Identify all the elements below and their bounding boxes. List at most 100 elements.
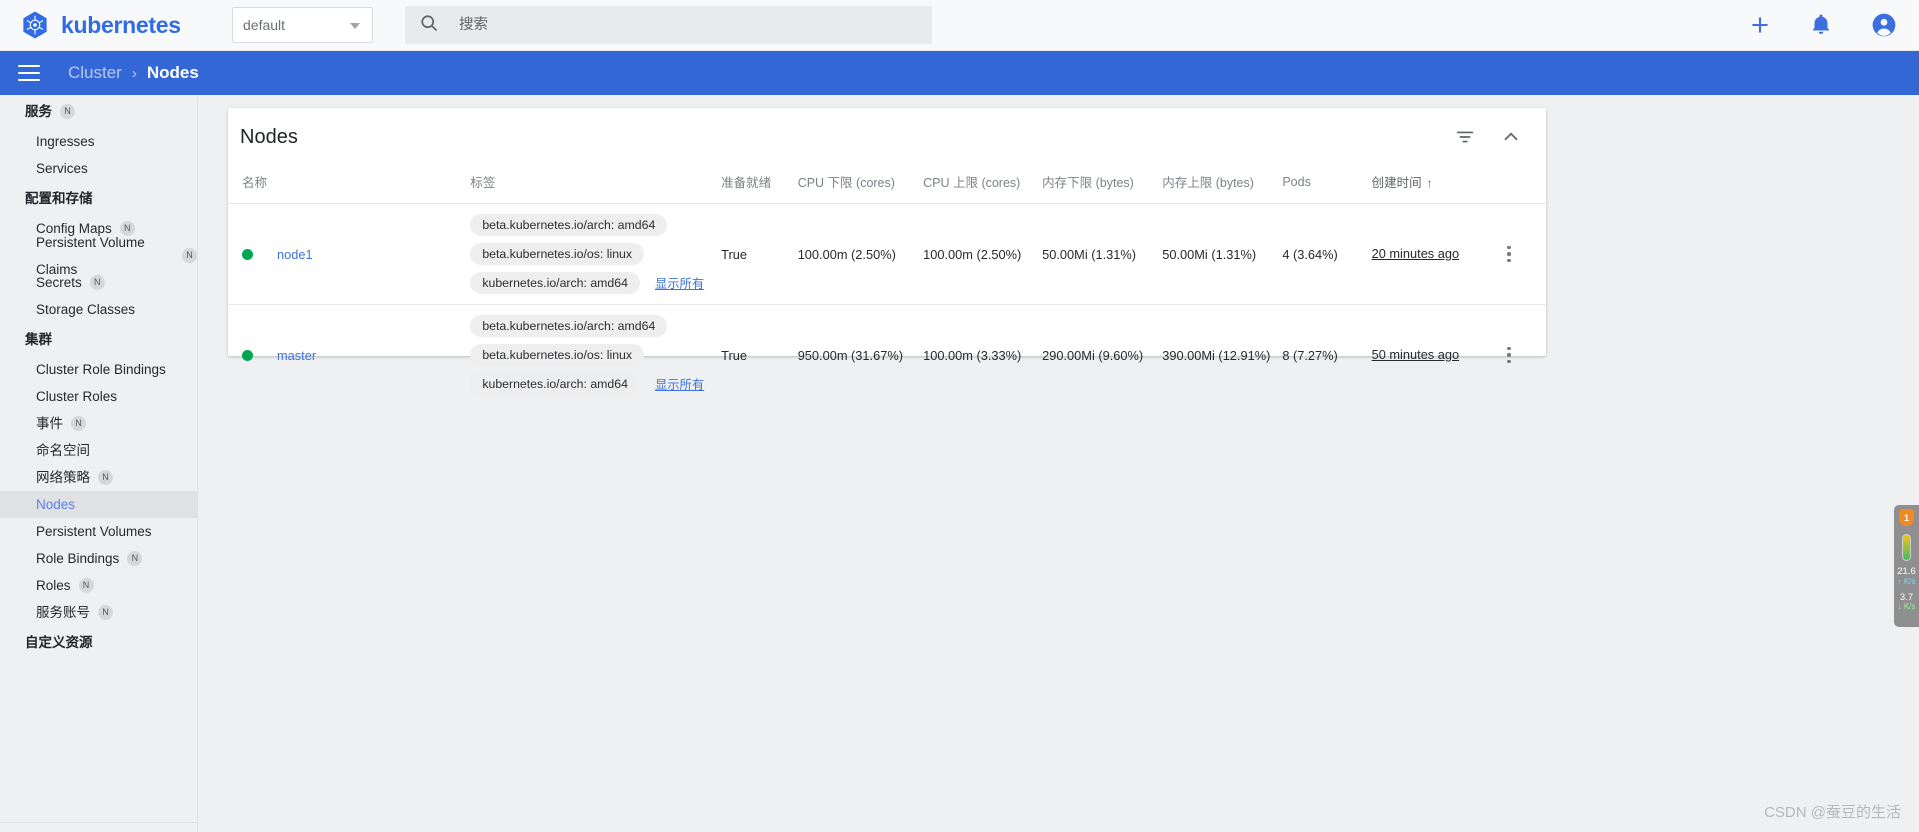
sidebar-item-roles[interactable]: Roles N [0, 572, 197, 599]
label-chip: beta.kubernetes.io/os: linux [470, 344, 645, 366]
sidebar-group-2: 集群 [0, 323, 197, 356]
cell-actions [1482, 305, 1546, 406]
breadcrumb-item-cluster[interactable]: Cluster [68, 63, 122, 83]
sidebar-item-role-bindings[interactable]: Role Bindings N [0, 545, 197, 572]
sidebar-item-storage-classes[interactable]: Storage Classes [0, 296, 197, 323]
sidebar-item-nodes[interactable]: Nodes [0, 491, 197, 518]
cell-cpu-lim: 100.00m (2.50%) [923, 203, 1043, 305]
account-circle-icon[interactable] [1871, 12, 1897, 38]
brand-name: kubernetes [61, 11, 181, 38]
sidebar-item-label: Role Bindings [36, 551, 120, 566]
network-meter-widget[interactable]: 1 21.6 ↑ K/s 3.7 ↓ K/s [1894, 505, 1919, 627]
chevron-right-icon: › [131, 64, 137, 82]
sidebar-item-[interactable]: 服务账号 N [0, 599, 197, 626]
kebab-menu-icon[interactable] [1498, 344, 1520, 366]
bell-icon[interactable] [1809, 12, 1835, 38]
download-unit: ↓ K/s [1897, 602, 1916, 612]
sidebar-divider [0, 822, 197, 823]
node-name-link[interactable]: node1 [277, 247, 313, 262]
created-time: 50 minutes ago [1371, 346, 1460, 362]
page-header: Cluster › Nodes [0, 51, 1919, 95]
namespace-select[interactable]: default [232, 7, 373, 43]
cell-name: master [228, 305, 470, 406]
label-chip: beta.kubernetes.io/arch: amd64 [470, 315, 668, 337]
sidebar-item-persistent-volumes[interactable]: Persistent Volumes [0, 518, 197, 545]
column-header-created[interactable]: 创建时间 ↑ [1371, 166, 1483, 204]
column-header-name[interactable]: 名称 [228, 166, 471, 204]
column-header-label: 内存上限 (bytes) [1162, 176, 1254, 190]
sidebar-item-label: Persistent Volumes [36, 524, 152, 539]
column-header-mem_lim[interactable]: 内存上限 (bytes) [1162, 166, 1283, 204]
sidebar[interactable]: 服务 N Ingresses Services 配置和存储 Config Maps N Per… [0, 95, 198, 832]
sidebar-item-label: 服务账号 [36, 605, 90, 620]
label-chip: beta.kubernetes.io/os: linux [470, 243, 645, 265]
card-actions [1454, 126, 1522, 148]
column-header-cpu_req[interactable]: CPU 下限 (cores) [797, 166, 924, 204]
shield-count: 1 [1903, 512, 1909, 523]
column-header-labels[interactable]: 标签 [470, 166, 722, 204]
top-bar-actions [1747, 12, 1897, 38]
hamburger-menu-icon[interactable] [18, 60, 40, 86]
brand[interactable]: kubernetes [20, 10, 200, 40]
chevron-up-icon[interactable] [1500, 126, 1522, 148]
search-box[interactable] [405, 6, 932, 44]
namespace-value: default [243, 17, 286, 33]
sidebar-item-badge: N [98, 470, 113, 485]
kebab-menu-icon[interactable] [1498, 243, 1520, 265]
cell-created: 50 minutes ago [1372, 305, 1483, 406]
cell-labels: beta.kubernetes.io/arch: amd64 beta.kuber… [470, 203, 722, 305]
table-body: node1 beta.kubernetes.io/arch: amd64 beta.… [228, 203, 1546, 406]
sidebar-group-label: 配置和存储 [25, 191, 93, 206]
column-header-menu[interactable] [1482, 166, 1546, 204]
sidebar-item-[interactable]: 网络策略 N [0, 464, 197, 491]
sidebar-item-[interactable]: 命名空间 [0, 437, 197, 464]
sidebar-item-label: Nodes [36, 497, 76, 512]
plus-icon[interactable] [1747, 12, 1773, 38]
sidebar-item-ingresses[interactable]: Ingresses [0, 128, 197, 155]
cell-pods: 8 (7.27%) [1282, 347, 1338, 363]
column-header-mem_req[interactable]: 内存下限 (bytes) [1042, 166, 1163, 204]
chevron-down-icon [350, 23, 360, 29]
sidebar-group-3: 自定义资源 [0, 626, 197, 659]
upload-unit: ↑ K/s [1897, 576, 1916, 586]
filter-list-icon[interactable] [1454, 126, 1476, 148]
column-header-ready[interactable]: 准备就绪 [721, 166, 798, 204]
sidebar-item-persistent-volume-claims[interactable]: Persistent Volume Claims N [0, 235, 197, 277]
sidebar-item-[interactable]: 事件 N [0, 410, 197, 437]
sidebar-item-badge: N [78, 578, 94, 593]
node-name-link[interactable]: master [277, 348, 316, 363]
column-header-label: CPU 上限 (cores) [923, 176, 1021, 190]
shield-badge-icon[interactable]: 1 [1899, 509, 1914, 526]
show-all-labels-link[interactable]: 显示所有 [655, 375, 704, 393]
sidebar-item-badge: N [182, 248, 197, 263]
label-chip: beta.kubernetes.io/arch: amd64 [470, 214, 668, 236]
cell-created: 20 minutes ago [1371, 203, 1483, 305]
cell-ready: True [721, 347, 748, 363]
cell-cpu-req: 100.00m (2.50%) [797, 203, 924, 305]
cell-mem-lim: 390.00Mi (12.91%) [1162, 347, 1271, 363]
sidebar-item-cluster-role-bindings[interactable]: Cluster Role Bindings [0, 356, 197, 383]
cell-mem-req: 290.00Mi (9.60%) [1042, 347, 1144, 363]
card-title: Nodes [240, 125, 298, 148]
column-header-cpu_lim[interactable]: CPU 上限 (cores) [923, 166, 1043, 204]
column-header-pods[interactable]: Pods [1282, 166, 1372, 204]
table-head: 名称 标签 准备就绪 CPU 下限 (cores) CPU 上限 (cores) 内存下限… [228, 166, 1546, 204]
table-row[interactable]: node1 beta.kubernetes.io/arch: amd64 beta.… [228, 203, 1546, 305]
status-dot-green [242, 349, 253, 361]
search-input[interactable] [457, 16, 897, 34]
sort-ascending-icon: ↑ [1426, 176, 1433, 190]
nodes-table: 名称 标签 准备就绪 CPU 下限 (cores) CPU 上限 (cores) 内存下限… [228, 166, 1546, 405]
label-chip: kubernetes.io/arch: amd64 [470, 272, 640, 294]
column-header-label: CPU 下限 (cores) [797, 176, 895, 190]
sidebar-item-services[interactable]: Services [0, 155, 197, 182]
sidebar-group-label: 自定义资源 [25, 635, 93, 650]
sidebar-item-label: 命名空间 [36, 443, 90, 458]
table-row[interactable]: master beta.kubernetes.io/arch: amd64 beta… [228, 305, 1546, 406]
show-all-labels-link[interactable]: 显示所有 [655, 274, 704, 292]
sidebar-item-label: Storage Classes [36, 302, 136, 317]
sidebar-item-label: 事件 [36, 416, 63, 431]
cell-cpu-lim: 100.00m (3.33%) [923, 347, 1022, 363]
sidebar-item-cluster-roles[interactable]: Cluster Roles [0, 383, 197, 410]
column-header-label: 内存下限 (bytes) [1042, 176, 1134, 190]
kubernetes-helm-logo-icon [20, 10, 50, 40]
